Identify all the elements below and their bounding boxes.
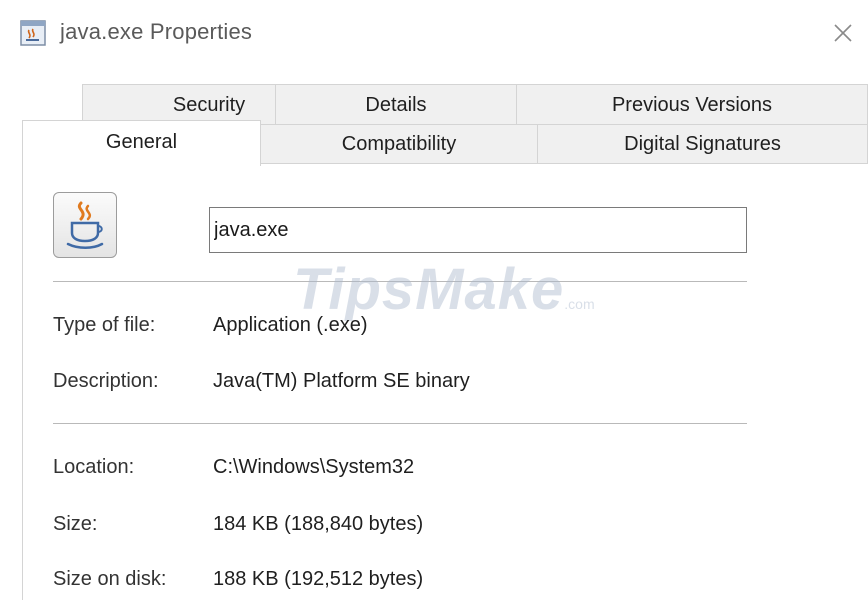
location-value: C:\Windows\System32 bbox=[213, 456, 415, 478]
type-of-file-label: Type of file: bbox=[53, 314, 156, 336]
application-window-icon bbox=[20, 20, 46, 46]
tab-compatibility[interactable]: Compatibility bbox=[260, 124, 538, 164]
close-icon[interactable] bbox=[826, 16, 860, 50]
size-on-disk-value: 188 KB (192,512 bytes) bbox=[213, 568, 424, 590]
title-bar: java.exe Properties bbox=[0, 0, 868, 64]
properties-window: java.exe Properties Security Details Pre… bbox=[0, 0, 868, 600]
window-title: java.exe Properties bbox=[60, 19, 253, 44]
description-value: Java(TM) Platform SE binary bbox=[213, 370, 470, 392]
tab-details[interactable]: Details bbox=[275, 84, 517, 124]
size-on-disk-label: Size on disk: bbox=[53, 568, 167, 590]
watermark: TipsMake.com bbox=[293, 256, 595, 323]
java-cup-graphic bbox=[66, 201, 104, 249]
watermark-suffix: .com bbox=[564, 296, 595, 312]
divider-top bbox=[53, 281, 747, 282]
location-label: Location: bbox=[53, 456, 135, 478]
description-label: Description: bbox=[53, 370, 159, 392]
tab-previous-versions[interactable]: Previous Versions bbox=[516, 84, 868, 124]
size-label: Size: bbox=[53, 513, 98, 535]
tab-digital-signatures[interactable]: Digital Signatures bbox=[537, 124, 868, 164]
java-cup-icon bbox=[53, 192, 117, 258]
file-name-field[interactable] bbox=[209, 207, 747, 253]
type-of-file-value: Application (.exe) bbox=[213, 314, 368, 336]
tab-general[interactable]: General bbox=[22, 120, 261, 166]
divider-middle bbox=[53, 423, 747, 424]
size-value: 184 KB (188,840 bytes) bbox=[213, 513, 424, 535]
general-tab-panel: TipsMake.com Type of file: Application (… bbox=[22, 163, 868, 600]
tab-strip: Security Details Previous Versions Compa… bbox=[22, 84, 868, 166]
watermark-text: TipsMake bbox=[293, 257, 565, 322]
